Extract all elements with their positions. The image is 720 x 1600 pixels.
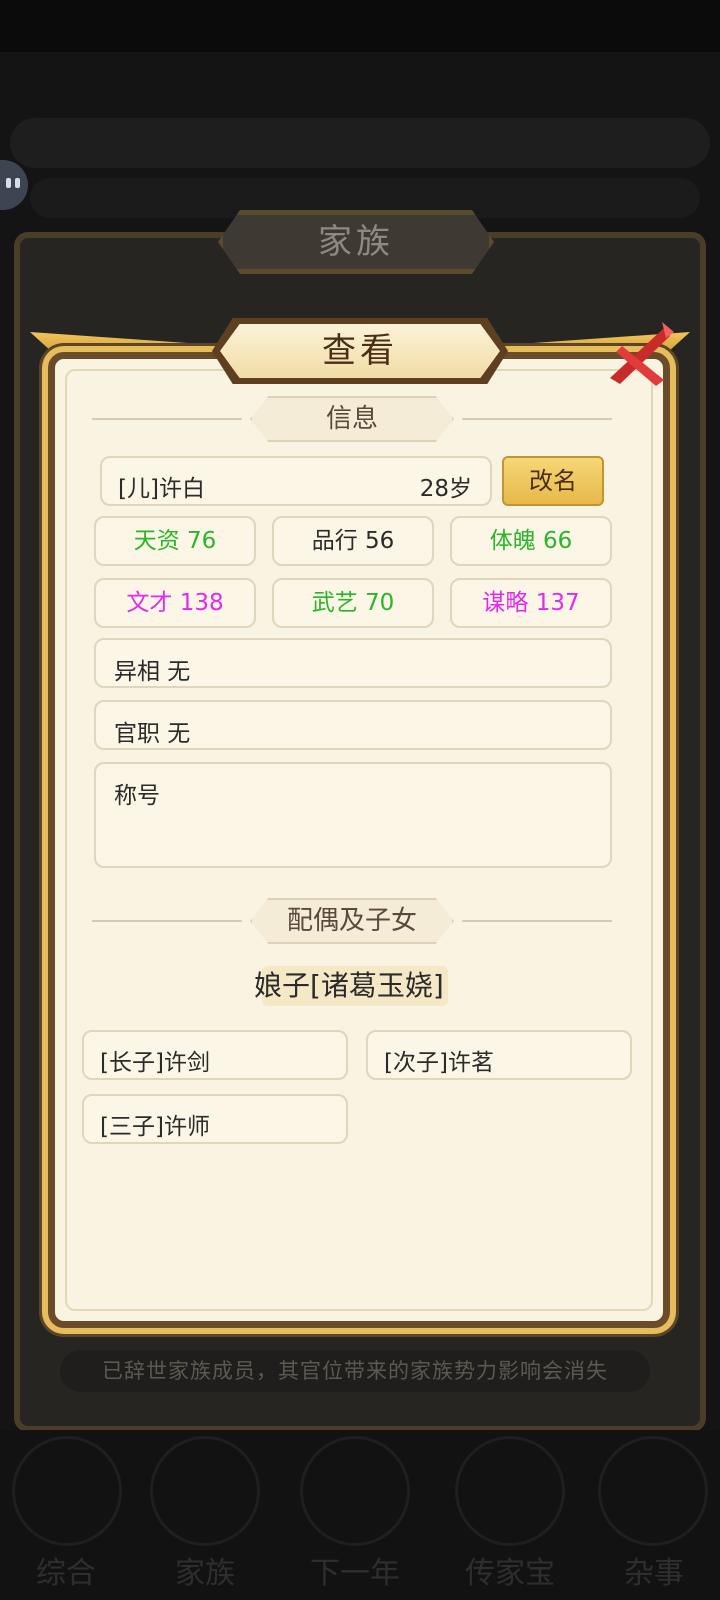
family-section-header: 配偶及子女 [92,898,612,944]
info-section-title: 信息 [250,396,454,442]
nav-label-heirloom: 传家宝 [465,1556,555,1591]
member-name-row: [儿]许白 28岁 [100,456,492,506]
stat-strategy: 谋略 137 [450,578,612,628]
title-text: 称号 [114,783,160,809]
close-button[interactable] [604,316,678,390]
title-field: 称号 [94,762,612,868]
nav-family-icon[interactable] [150,1436,260,1546]
info-section-header: 信息 [92,396,612,442]
deceased-notice: 已辞世家族成员，其官位带来的家族势力影响会消失 [60,1350,650,1392]
stat-martial: 武艺 70 [272,578,434,628]
child-name: [三子]许师 [100,1114,210,1140]
trait-text: 异相 无 [114,659,191,685]
member-age: 28岁 [419,476,472,502]
office-field: 官职 无 [94,700,612,750]
nav-next-year-icon[interactable] [300,1436,410,1546]
nav-label-family: 家族 [175,1556,235,1591]
spouse-name: 娘子[诸葛玉娆] [254,969,444,1002]
chat-bubble-icon[interactable] [0,160,28,210]
nav-overview-icon[interactable] [12,1436,122,1546]
stat-physique: 体魄 66 [450,516,612,566]
stat-conduct: 品行 56 [272,516,434,566]
child-item-1[interactable]: [长子]许剑 [82,1030,348,1080]
office-text: 官职 无 [114,721,191,747]
family-panel-title: 家族 [218,210,494,274]
child-name: [次子]许茗 [384,1050,494,1076]
dialog-title: 查看 [220,324,500,378]
stat-literary: 文才 138 [94,578,256,628]
member-name: [儿]许白 [118,476,205,502]
child-name: [长子]许剑 [100,1050,210,1076]
stat-talent: 天资 76 [94,516,256,566]
spouse-link[interactable]: 娘子[诸葛玉娆] [254,966,448,1006]
resource-bar [10,118,710,168]
nav-label-next-year: 下一年 [310,1556,400,1591]
nav-misc-icon[interactable] [598,1436,708,1546]
child-item-3[interactable]: [三子]许师 [82,1094,348,1144]
nav-label-overview: 综合 [36,1556,96,1591]
status-bar [0,0,720,52]
nav-label-misc: 杂事 [624,1556,684,1591]
close-icon [610,322,674,386]
family-section-title: 配偶及子女 [250,898,454,944]
child-item-2[interactable]: [次子]许茗 [366,1030,632,1080]
nav-heirloom-icon[interactable] [455,1436,565,1546]
rename-button[interactable]: 改名 [502,456,604,506]
trait-field: 异相 无 [94,638,612,688]
